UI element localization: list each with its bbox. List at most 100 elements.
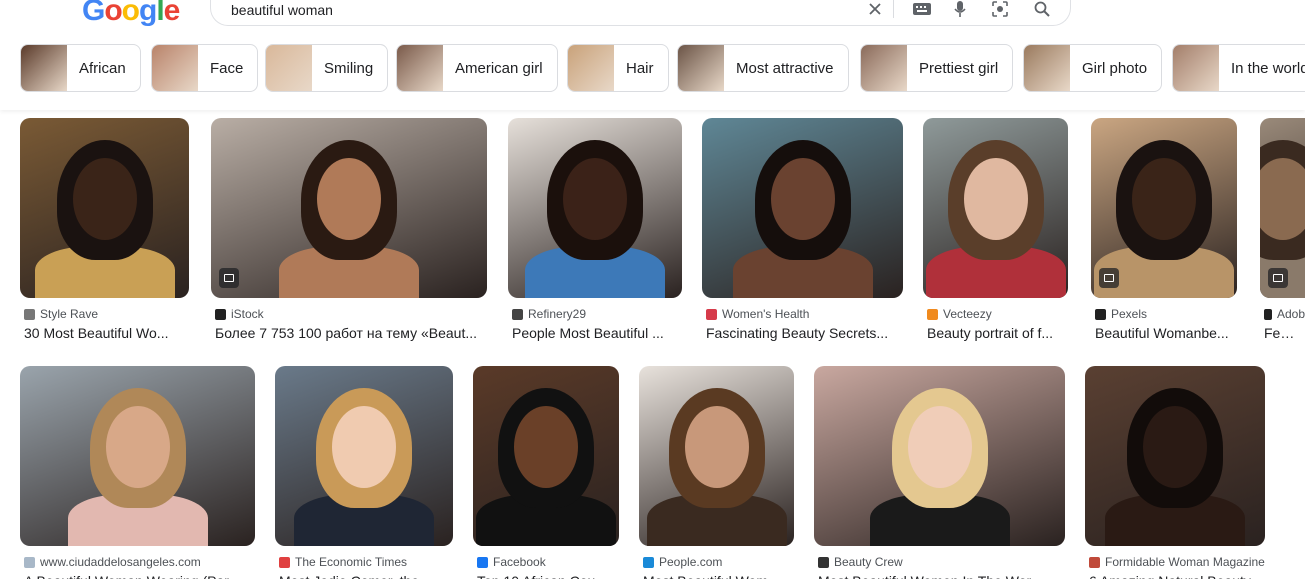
chip-label: Smiling: [324, 59, 374, 77]
search-box[interactable]: beautiful woman: [210, 0, 1071, 26]
result-source[interactable]: Refinery29: [512, 307, 586, 321]
result-title[interactable]: 6 Amazing Natural Beauty Tip...: [1089, 573, 1265, 579]
result-source[interactable]: Beauty Crew: [818, 555, 903, 569]
result-card[interactable]: People.com Most Beautiful Wom...: [639, 366, 794, 579]
chip-thumbnail: [861, 45, 907, 91]
result-thumbnail[interactable]: [20, 118, 189, 298]
portrait-face: [332, 406, 396, 488]
result-card[interactable]: Formidable Woman Magazine 6 Amazing Natur…: [1085, 366, 1265, 579]
google-logo[interactable]: Google: [82, 0, 180, 28]
result-card[interactable]: Pexels Beautiful Womanbe...: [1091, 118, 1237, 348]
lens-camera-icon[interactable]: [989, 0, 1011, 20]
chip-in-the-world[interactable]: In the world: [1172, 44, 1305, 92]
portrait-face: [105, 406, 170, 488]
portrait-face: [317, 158, 381, 240]
result-card[interactable]: www.ciudaddelosangeles.com A Beautiful Wo…: [20, 366, 255, 579]
search-icon[interactable]: [1031, 0, 1053, 20]
favicon-icon: [215, 308, 226, 320]
result-card[interactable]: The Economic Times Most Jodie Comer, the.…: [275, 366, 453, 579]
header: Google beautiful woman African Face Smil…: [0, 0, 1305, 110]
result-card[interactable]: iStock Более 7 753 100 работ на тему «Bea…: [211, 118, 487, 348]
result-source[interactable]: People.com: [643, 555, 722, 569]
result-source-label: Vecteezy: [943, 307, 992, 321]
chip-smiling[interactable]: Smiling: [265, 44, 389, 92]
result-title[interactable]: Fascinating Beauty Secrets...: [706, 325, 903, 341]
result-source[interactable]: www.ciudaddelosangeles.com: [24, 555, 201, 569]
result-title[interactable]: Beauty portrait of f...: [927, 325, 1068, 341]
result-source[interactable]: Vecteezy: [927, 307, 992, 321]
chip-thumbnail: [21, 45, 67, 91]
chip-thumbnail: [397, 45, 443, 91]
chip-prettiest-girl[interactable]: Prettiest girl: [860, 44, 1014, 92]
keyboard-icon[interactable]: [911, 0, 933, 20]
microphone-icon[interactable]: [949, 0, 971, 20]
image-icon: [219, 268, 239, 288]
result-card[interactable]: Vecteezy Beauty portrait of f...: [923, 118, 1068, 348]
search-input[interactable]: beautiful woman: [231, 2, 333, 18]
result-card[interactable]: Style Rave 30 Most Beautiful Wo...: [20, 118, 189, 348]
result-source[interactable]: Formidable Woman Magazine: [1089, 555, 1265, 569]
result-card[interactable]: Facebook Top 10 African Cou...: [473, 366, 619, 579]
result-thumbnail[interactable]: [923, 118, 1068, 298]
result-card[interactable]: Beauty Crew Most Beautiful Women In The W…: [814, 366, 1065, 579]
result-source[interactable]: Women's Health: [706, 307, 809, 321]
result-card[interactable]: Adob Female: [1260, 118, 1305, 348]
result-thumbnail[interactable]: [1085, 366, 1265, 546]
result-thumbnail[interactable]: [211, 118, 487, 298]
favicon-icon: [512, 308, 523, 320]
chip-label: In the world: [1231, 59, 1305, 77]
result-source-label: Style Rave: [40, 307, 99, 321]
result-title[interactable]: Female: [1264, 325, 1305, 341]
chip-hair[interactable]: Hair: [567, 44, 669, 92]
chip-african[interactable]: African: [20, 44, 141, 92]
chip-label: Prettiest girl: [919, 59, 999, 77]
result-thumbnail[interactable]: [275, 366, 453, 546]
result-source-label: www.ciudaddelosangeles.com: [40, 555, 201, 569]
chip-label: Most attractive: [736, 59, 834, 77]
result-source[interactable]: The Economic Times: [279, 555, 407, 569]
result-source-label: Adob: [1276, 307, 1305, 321]
result-thumbnail[interactable]: [1260, 118, 1305, 298]
result-title[interactable]: Most Beautiful Women In The Wor...: [818, 573, 1065, 579]
result-title[interactable]: People Most Beautiful ...: [512, 325, 682, 341]
result-thumbnail[interactable]: [1091, 118, 1237, 298]
clear-icon[interactable]: [864, 0, 886, 20]
chip-girl-photo[interactable]: Girl photo: [1023, 44, 1163, 92]
chip-thumbnail: [266, 45, 312, 91]
result-thumbnail[interactable]: [473, 366, 619, 546]
result-source[interactable]: Style Rave: [24, 307, 98, 321]
result-thumbnail[interactable]: [702, 118, 903, 298]
result-card[interactable]: Women's Health Fascinating Beauty Secrets…: [702, 118, 903, 348]
result-source-label: Beauty Crew: [834, 555, 903, 569]
chip-thumbnail: [678, 45, 724, 91]
chip-face[interactable]: Face: [151, 44, 259, 92]
chip-american-girl[interactable]: American girl: [396, 44, 558, 92]
chip-label: Face: [210, 59, 244, 77]
chip-label: American girl: [455, 59, 543, 77]
portrait-face: [963, 158, 1028, 240]
result-source[interactable]: Facebook: [477, 555, 546, 569]
result-title[interactable]: Top 10 African Cou...: [477, 573, 619, 579]
favicon-icon: [24, 556, 35, 568]
result-thumbnail[interactable]: [814, 366, 1065, 546]
search-divider: [893, 0, 894, 18]
result-title[interactable]: Более 7 753 100 работ на тему «Beaut...: [215, 325, 487, 341]
chip-most-attractive[interactable]: Most attractive: [677, 44, 849, 92]
chip-thumbnail: [568, 45, 614, 91]
result-title[interactable]: Beautiful Womanbe...: [1095, 325, 1237, 341]
chip-label: Girl photo: [1082, 59, 1148, 77]
result-source[interactable]: Adob: [1264, 307, 1305, 321]
result-title[interactable]: A Beautiful Woman Wearing (Par...: [24, 573, 255, 579]
result-title[interactable]: 30 Most Beautiful Wo...: [24, 325, 189, 341]
result-source-label: The Economic Times: [295, 555, 408, 569]
portrait-face: [1143, 406, 1207, 488]
portrait-face: [514, 406, 578, 488]
result-title[interactable]: Most Jodie Comer, the...: [279, 573, 453, 579]
result-thumbnail[interactable]: [20, 366, 255, 546]
result-source[interactable]: iStock: [215, 307, 264, 321]
result-thumbnail[interactable]: [508, 118, 682, 298]
result-thumbnail[interactable]: [639, 366, 794, 546]
result-card[interactable]: Refinery29 People Most Beautiful ...: [508, 118, 682, 348]
result-title[interactable]: Most Beautiful Wom...: [643, 573, 794, 579]
result-source[interactable]: Pexels: [1095, 307, 1147, 321]
